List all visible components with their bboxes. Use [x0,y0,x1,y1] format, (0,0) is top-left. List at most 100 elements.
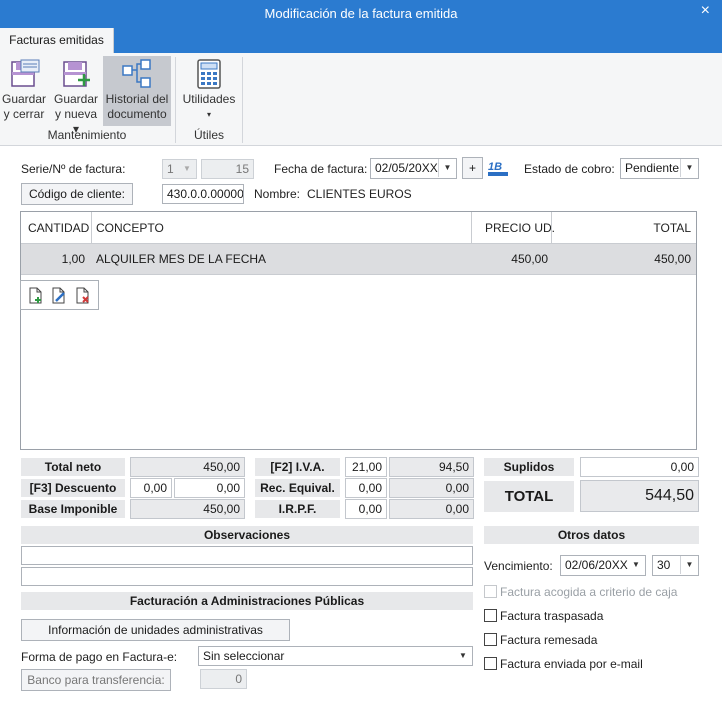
remitted-checkbox[interactable] [484,633,497,646]
client-code-button[interactable]: Código de cliente: [21,183,133,205]
cash-criterion-checkbox[interactable] [484,585,497,598]
net-total-value: 450,00 [130,457,245,477]
close-icon[interactable]: × [701,2,710,20]
chevron-down-icon: ▼ [459,651,467,660]
payment-status-label: Estado de cobro: [524,162,615,176]
vat-percent-field[interactable]: 21,00 [345,457,387,477]
row-concept: ALQUILER MES DE LA FECHA [96,252,267,266]
payment-status-value: Pendiente [625,161,680,175]
bank-transfer-button[interactable]: Banco para transferencia: [21,669,171,691]
due-date-label: Vencimiento: [484,559,553,573]
observations-line-1[interactable] [21,546,473,565]
tab-facturas-emitidas[interactable]: Facturas emitidas [0,28,114,53]
group-maintenance: Mantenimiento [47,128,127,142]
ribbon-separator [242,57,243,143]
discount-percent-field[interactable]: 0,00 [130,478,172,498]
client-code-field[interactable]: 430.0.0.00000 [162,184,244,204]
admin-units-button[interactable]: Información de unidades administrativas [21,619,290,641]
emailed-label: Factura enviada por e-mail [500,657,643,671]
total-value: 544,50 [580,480,699,512]
client-name-value: CLIENTES EUROS [307,187,412,201]
document-history-button[interactable]: Historial del documento [103,56,171,126]
remitted-label: Factura remesada [500,633,598,647]
invoice-date-field[interactable]: 02/05/20XX ▼ [370,158,457,179]
svg-text:1B: 1B [488,161,502,173]
row-unit-price: 450,00 [511,252,548,266]
column-header-quantity[interactable]: CANTIDAD [28,212,89,244]
utilities-button[interactable]: Utilidades ▾ [181,58,237,124]
edit-line-icon[interactable] [51,287,67,307]
other-data-header: Otros datos [484,526,699,544]
invoice-number-label: Serie/Nº de factura: [21,162,126,176]
transferred-label: Factura traspasada [500,609,604,623]
irpf-amount-value: 0,00 [389,499,474,519]
column-header-total[interactable]: TOTAL [653,212,691,244]
column-divider [91,212,92,244]
calculator-icon [193,58,225,90]
payment-method-select[interactable]: Sin seleccionar ▼ [198,646,473,666]
tax-base-label: Base Imponible [21,500,125,518]
supplies-label: Suplidos [484,458,574,476]
vat-amount-value: 94,50 [389,457,474,477]
bank-transfer-field[interactable]: 0 [200,669,247,689]
title-bar: Modificación de la factura emitida × [0,0,722,28]
ribbon-separator [175,57,176,143]
calendar-logo-icon[interactable]: 1B [487,158,509,178]
table-row[interactable]: 1,00 ALQUILER MES DE LA FECHA 450,00 450… [21,244,696,275]
net-total-label: Total neto [21,458,125,476]
discount-amount-field[interactable]: 0,00 [174,478,245,498]
public-admin-header: Facturación a Administraciones Públicas [21,592,473,610]
save-new-button[interactable]: Guardar y nueva ▾ [51,58,101,136]
delete-line-icon[interactable] [75,287,91,307]
chevron-down-icon[interactable]: ▼ [438,159,456,177]
history-label-2: documento [107,107,167,121]
tax-base-value: 450,00 [130,499,245,519]
save-close-label-1: Guardar [2,92,47,106]
invoice-date-value: 02/05/20XX [375,161,438,175]
equivalence-surcharge-label: Rec. Equival. [255,479,340,497]
emailed-checkbox[interactable] [484,657,497,670]
due-date-field[interactable]: 02/06/20XX ▼ [560,555,646,576]
observations-line-2[interactable] [21,567,473,586]
supplies-field[interactable]: 0,00 [580,457,699,477]
invoice-number-field[interactable]: 15 [201,159,254,179]
payment-status-select[interactable]: Pendiente ▼ [620,158,699,179]
irpf-percent-field[interactable]: 0,00 [345,499,387,519]
chevron-down-icon: ▼ [680,556,698,574]
save-close-label-2: y cerrar [3,107,45,121]
series-value: 1 [167,162,174,176]
utilities-label: Utilidades [182,92,236,106]
save-new-label-1: Guardar [53,92,99,106]
chevron-down-icon[interactable]: ▼ [627,556,645,574]
save-new-icon [60,58,92,90]
equivalence-surcharge-amount-value: 0,00 [389,478,474,498]
save-close-icon [8,58,40,90]
series-select[interactable]: 1 ▼ [162,159,197,179]
column-header-unit-price[interactable]: PRECIO UD. [485,212,555,244]
due-days-select[interactable]: 30 ▼ [652,555,699,576]
irpf-label: I.R.P.F. [255,500,340,518]
add-line-icon[interactable] [28,287,44,307]
ribbon-tab-strip: Facturas emitidas [0,28,722,53]
chevron-down-icon: ▼ [183,164,191,173]
save-close-button[interactable]: Guardar y cerrar [2,58,46,124]
column-divider [471,212,472,244]
table-header: CANTIDAD CONCEPTO PRECIO UD. TOTAL [21,212,696,244]
client-name-label: Nombre: [254,187,301,201]
add-date-button[interactable]: + [462,157,483,179]
equivalence-surcharge-percent-field[interactable]: 0,00 [345,478,387,498]
total-label: TOTAL [484,481,574,512]
chevron-down-icon: ▾ [206,110,211,119]
history-label-1: Historial del [105,92,169,106]
row-quantity: 1,00 [61,252,85,266]
cash-criterion-label: Factura acogida a criterio de caja [500,585,678,599]
discount-label[interactable]: [F3] Descuento [21,479,125,497]
payment-method-label: Forma de pago en Factura-e: [21,650,178,664]
transferred-checkbox[interactable] [484,609,497,622]
row-total: 450,00 [654,252,691,266]
history-icon [121,58,153,90]
column-header-concept[interactable]: CONCEPTO [96,212,164,244]
row-tools [20,280,99,310]
vat-label[interactable]: [F2] I.V.A. [255,458,340,476]
column-divider [551,212,552,244]
